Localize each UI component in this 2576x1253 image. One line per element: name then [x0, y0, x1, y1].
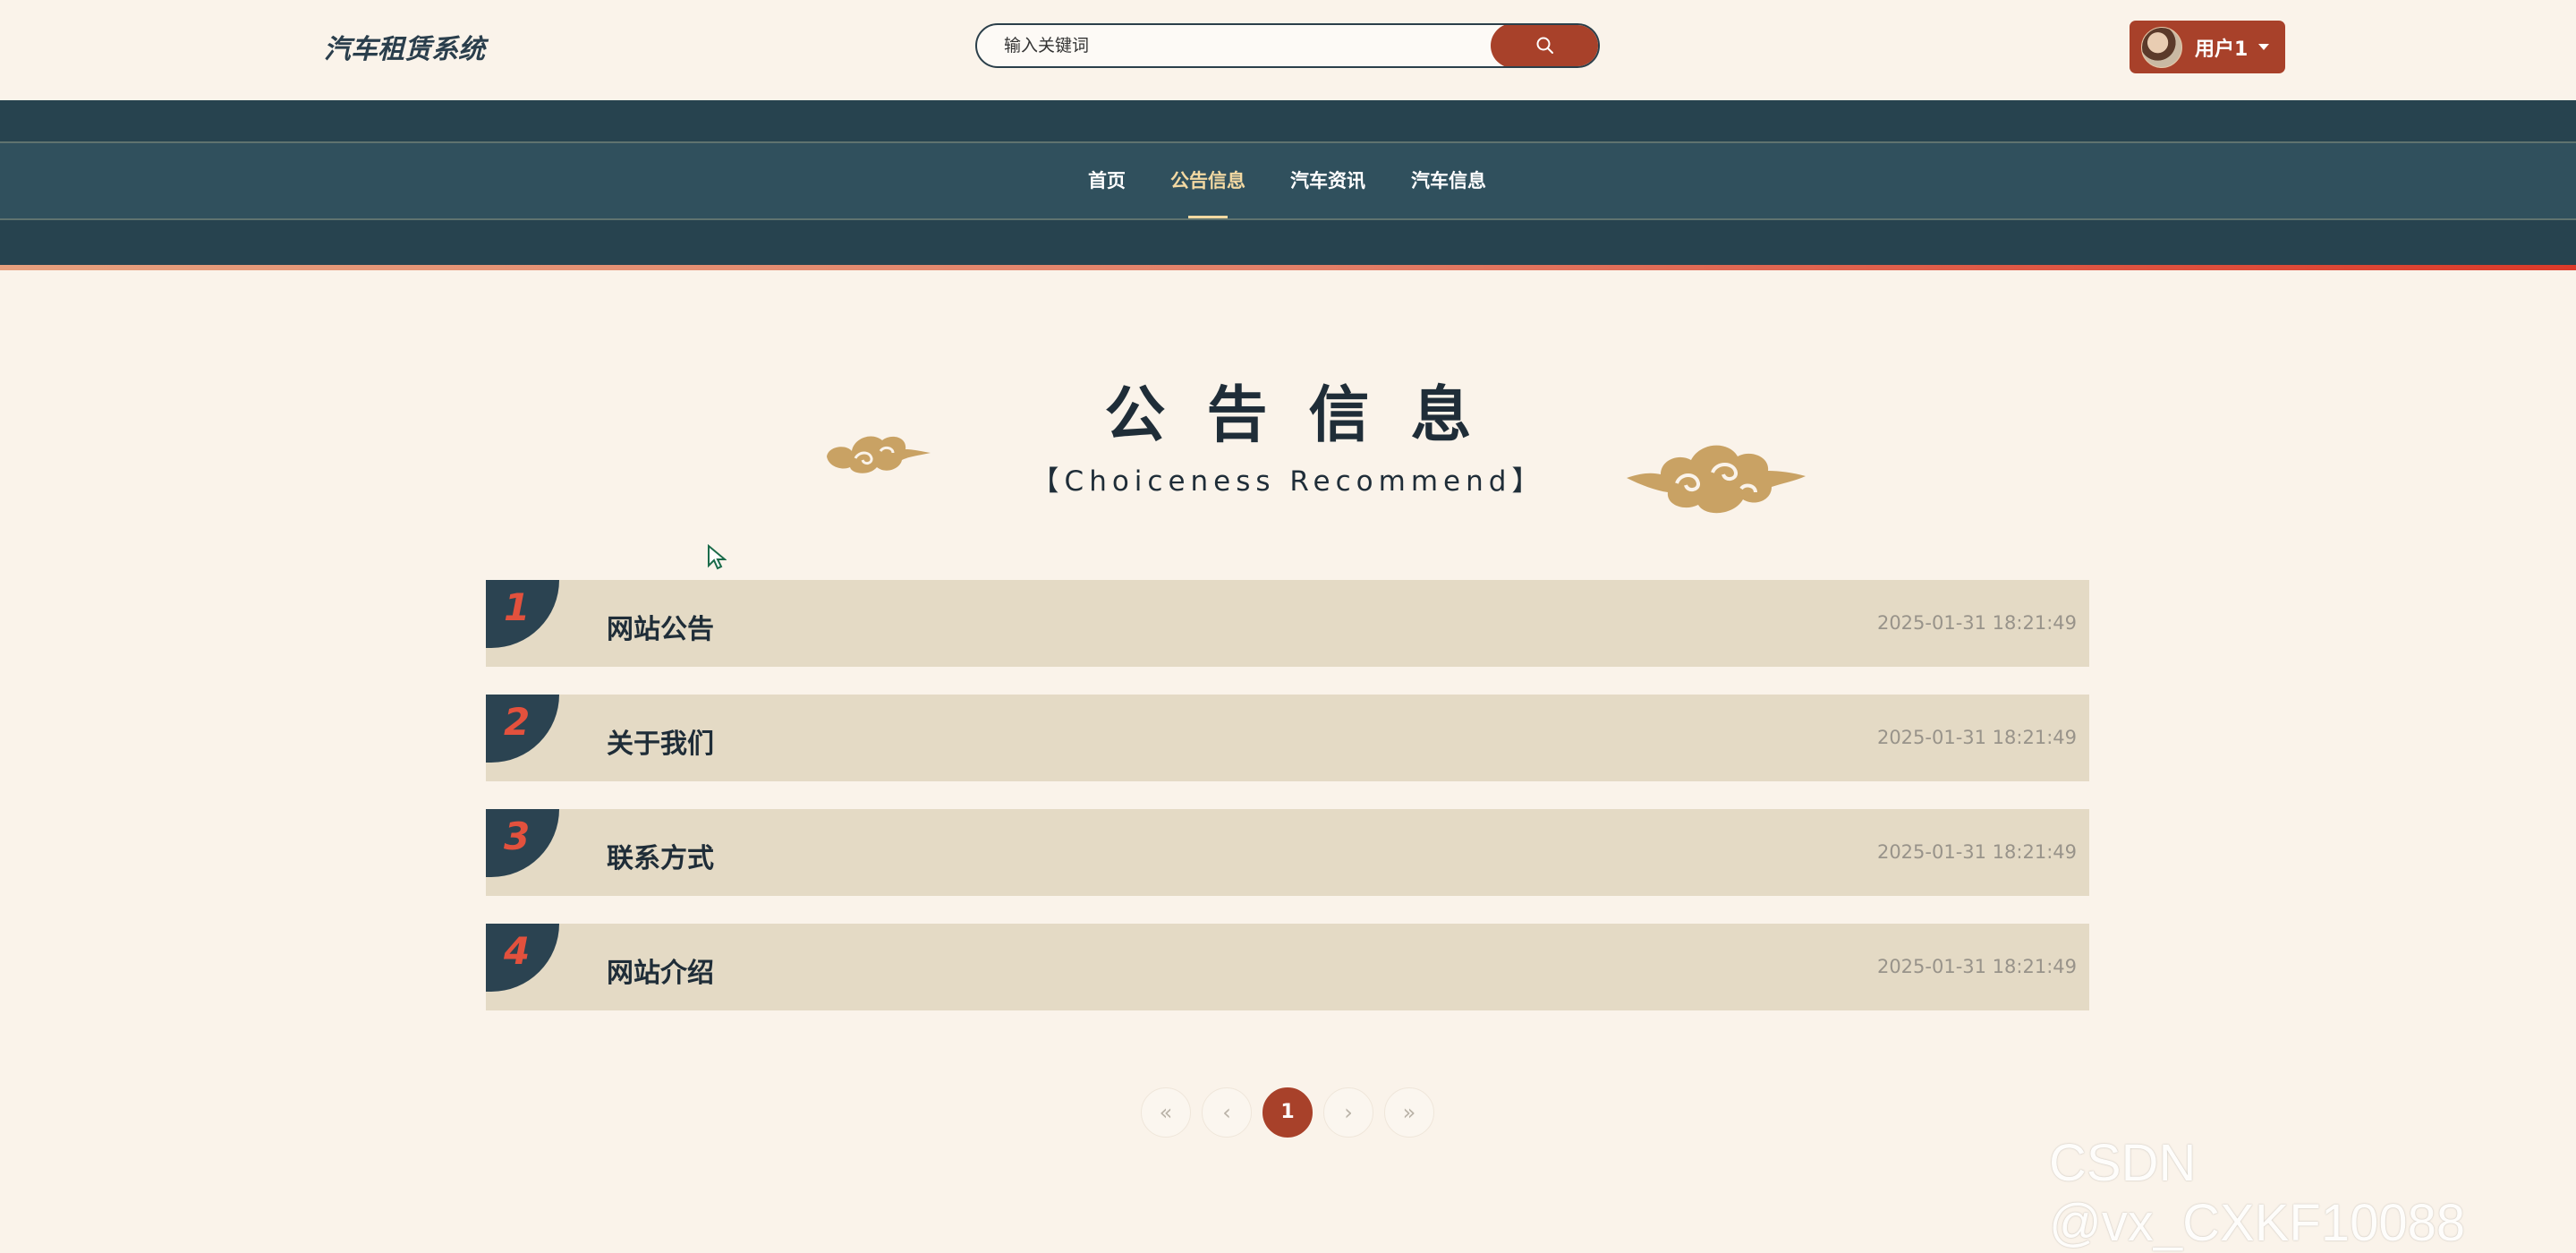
list-item[interactable]: 2 关于我们 2025-01-31 18:21:49 [486, 695, 2089, 781]
cloud-ornament-icon [1627, 445, 1806, 514]
section-title: 公告信息 [1104, 380, 1513, 451]
index-badge: 2 [486, 695, 559, 763]
nav-item-home[interactable]: 首页 [1085, 143, 1128, 218]
mouse-cursor-icon [708, 544, 727, 570]
index-number: 3 [504, 814, 531, 858]
user-name: 用户1 [2195, 38, 2249, 61]
search-button[interactable] [1491, 25, 1598, 66]
notice-date: 2025-01-31 18:21:49 [1876, 956, 2077, 977]
page-number-button[interactable]: 1 [1262, 1087, 1313, 1138]
index-number: 4 [504, 929, 531, 973]
section-subtitle: 【Choiceness Recommend】 [1031, 465, 1545, 498]
search-icon [1536, 37, 1553, 54]
notice-title[interactable]: 网站介绍 [607, 950, 714, 990]
list-item[interactable]: 4 网站介绍 2025-01-31 18:21:49 [486, 924, 2089, 1010]
chevron-down-icon [2258, 44, 2270, 50]
notice-title[interactable]: 关于我们 [607, 721, 714, 761]
index-number: 2 [504, 700, 531, 744]
nav-band: 首页 公告信息 汽车资讯 汽车信息 [0, 141, 2576, 220]
index-badge: 3 [486, 809, 559, 877]
index-badge: 4 [486, 924, 559, 992]
index-number: 1 [504, 585, 531, 629]
next-page-button[interactable]: › [1323, 1087, 1373, 1138]
list-item[interactable]: 1 网站公告 2025-01-31 18:21:49 [486, 580, 2089, 667]
nav-item-notices[interactable]: 公告信息 [1169, 143, 1246, 218]
search-input[interactable] [977, 25, 1478, 66]
prev-page-button[interactable]: ‹ [1202, 1087, 1252, 1138]
watermark: CSDN @vx_CXKF10088 [2049, 1134, 2466, 1252]
notice-list: 1 网站公告 2025-01-31 18:21:49 2 关于我们 2025-0… [486, 580, 2089, 1038]
user-menu-button[interactable]: 用户1 [2130, 21, 2285, 73]
top-header: 汽车租赁系统 用户1 [0, 0, 2576, 100]
nav-item-car-info[interactable]: 汽车信息 [1410, 143, 1487, 218]
search-bar [975, 23, 1600, 68]
list-item[interactable]: 3 联系方式 2025-01-31 18:21:49 [486, 809, 2089, 896]
site-logo[interactable]: 汽车租赁系统 [324, 27, 485, 66]
last-page-button[interactable]: » [1384, 1087, 1434, 1138]
notice-title[interactable]: 联系方式 [607, 836, 714, 875]
notice-date: 2025-01-31 18:21:49 [1876, 727, 2077, 748]
first-page-button[interactable]: « [1141, 1087, 1191, 1138]
notice-title[interactable]: 网站公告 [607, 607, 714, 646]
nav-item-car-news[interactable]: 汽车资讯 [1289, 143, 1366, 218]
main-nav: 首页 公告信息 汽车资讯 汽车信息 [0, 100, 2576, 267]
avatar [2141, 26, 2182, 68]
nav-accent-stripe [0, 265, 2576, 270]
cloud-ornament-icon [827, 436, 931, 473]
notice-date: 2025-01-31 18:21:49 [1876, 612, 2077, 634]
index-badge: 1 [486, 580, 559, 648]
notice-date: 2025-01-31 18:21:49 [1876, 841, 2077, 863]
